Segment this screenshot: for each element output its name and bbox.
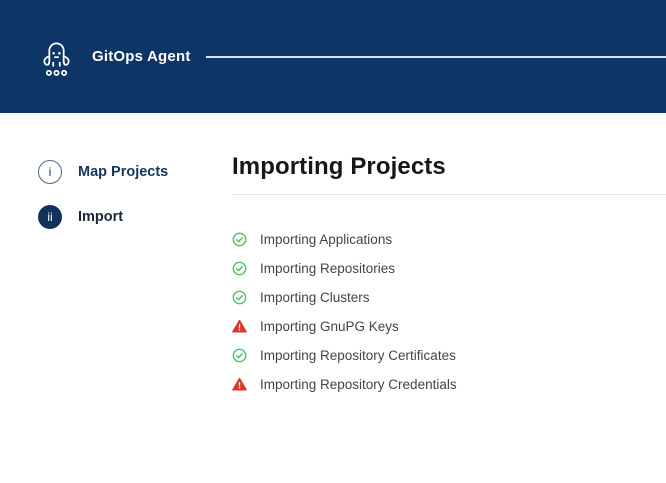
content-area: i Map Projects ii Import Importing Proje… bbox=[0, 113, 666, 399]
task-label: Importing Clusters bbox=[260, 290, 370, 305]
task-list: Importing Applications Importing Reposit… bbox=[232, 225, 666, 399]
header-divider-line bbox=[206, 56, 666, 58]
task-label: Importing Applications bbox=[260, 232, 392, 247]
steps-sidebar: i Map Projects ii Import bbox=[0, 113, 232, 399]
brand: GitOps Agent bbox=[38, 36, 191, 77]
warning-triangle-icon bbox=[232, 319, 247, 334]
check-circle-icon bbox=[232, 290, 247, 305]
task-row-importing-repositories: Importing Repositories bbox=[232, 254, 666, 283]
page-title: Importing Projects bbox=[232, 152, 666, 181]
warning-triangle-icon bbox=[232, 377, 247, 392]
brand-title: GitOps Agent bbox=[92, 48, 191, 65]
task-row-importing-repository-certificates: Importing Repository Certificates bbox=[232, 341, 666, 370]
task-row-importing-gnupg-keys: Importing GnuPG Keys bbox=[232, 312, 666, 341]
task-label: Importing Repository Certificates bbox=[260, 348, 456, 363]
step-label: Map Projects bbox=[78, 164, 168, 180]
step-label: Import bbox=[78, 209, 123, 225]
squid-logo-icon bbox=[38, 36, 75, 77]
task-label: Importing Repository Credentials bbox=[260, 377, 457, 392]
sidebar-step-import[interactable]: ii Import bbox=[0, 205, 232, 229]
task-label: Importing GnuPG Keys bbox=[260, 319, 399, 334]
app-root: GitOps Agent i Map Projects ii Import Im… bbox=[0, 0, 666, 399]
task-row-importing-applications: Importing Applications bbox=[232, 225, 666, 254]
task-label: Importing Repositories bbox=[260, 261, 395, 276]
check-circle-icon bbox=[232, 232, 247, 247]
main-panel: Importing Projects Importing Application… bbox=[232, 113, 666, 399]
step-number-badge: i bbox=[38, 160, 62, 184]
title-divider bbox=[232, 194, 666, 195]
task-row-importing-clusters: Importing Clusters bbox=[232, 283, 666, 312]
app-header: GitOps Agent bbox=[0, 0, 666, 113]
sidebar-step-map-projects[interactable]: i Map Projects bbox=[0, 160, 232, 184]
step-number-badge: ii bbox=[38, 205, 62, 229]
task-row-importing-repository-credentials: Importing Repository Credentials bbox=[232, 370, 666, 399]
check-circle-icon bbox=[232, 348, 247, 363]
check-circle-icon bbox=[232, 261, 247, 276]
